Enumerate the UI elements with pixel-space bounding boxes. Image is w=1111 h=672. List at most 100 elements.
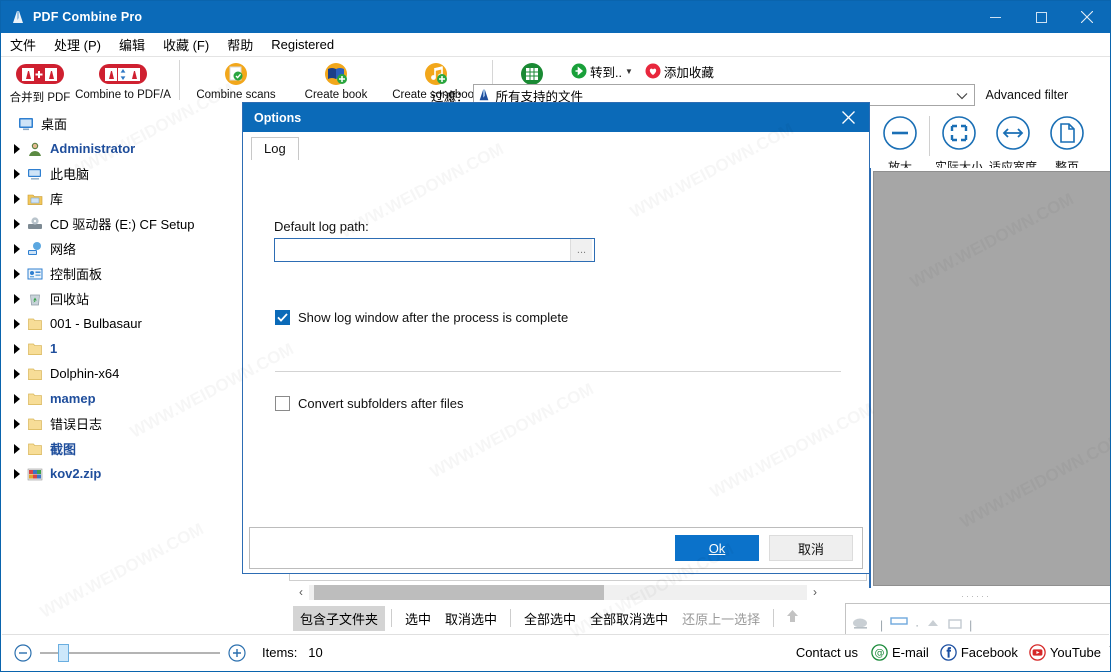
zoom-button-enlarge[interactable]: 放大 (873, 114, 927, 175)
status-bar: Items: 10 Contact us @ E-mail Facebook Y… (2, 634, 1109, 670)
preview-tool-up-icon[interactable] (925, 617, 941, 634)
expand-arrow-icon[interactable] (8, 168, 25, 179)
tree-item-label: CD 驱动器 (E:) CF Setup (50, 217, 195, 232)
add-favorite-button[interactable]: 添加收藏 (645, 62, 714, 81)
restore-previous-selection-button[interactable]: 还原上一选择 (675, 606, 767, 631)
expand-arrow-icon[interactable] (8, 268, 25, 279)
convert-subfolders-label: Convert subfolders after files (298, 396, 464, 411)
tree-item-label: 错误日志 (50, 417, 103, 432)
folder-icon (25, 316, 45, 332)
menu-item-registered[interactable]: Registered (262, 35, 343, 54)
scroll-thumb[interactable] (314, 584, 604, 600)
tree-item-label: mamep (50, 391, 96, 406)
select-all-button[interactable]: 全部选中 (517, 606, 583, 631)
advanced-filter-link[interactable]: Advanced filter (986, 88, 1069, 102)
toolbar-label: Combine to PDF/A (75, 89, 171, 101)
maximize-button[interactable] (1018, 1, 1064, 33)
zoom-out-icon[interactable] (12, 642, 34, 664)
folder-icon (25, 441, 45, 457)
tree-item-label: kov2.zip (50, 466, 102, 481)
toolbar-button-combine-pdf[interactable]: 合并到 PDF (7, 57, 73, 105)
expand-arrow-icon[interactable] (8, 318, 25, 329)
expand-arrow-icon[interactable] (8, 368, 25, 379)
deselect-all-button[interactable]: 全部取消选中 (583, 606, 675, 631)
zoom-slider[interactable] (40, 643, 220, 662)
tree-item-label: 截图 (50, 442, 77, 457)
include-subfolders-button[interactable]: 包含子文件夹 (293, 605, 386, 631)
email-label: E-mail (891, 645, 929, 660)
preview-tool-icon[interactable] (852, 616, 874, 635)
chevron-down-icon[interactable]: ▼ (625, 67, 633, 76)
email-link[interactable]: @ E-mail (871, 644, 929, 661)
cancel-button[interactable]: 取消 (769, 535, 853, 561)
expand-arrow-icon[interactable] (8, 468, 25, 479)
zoom-button-fit-width[interactable]: 适应宽度 (986, 114, 1040, 175)
toolbar-button-create-book[interactable]: Create book (286, 57, 386, 105)
separator (510, 609, 512, 627)
ok-button[interactable]: Ok (675, 535, 759, 561)
tree-item-label: Administrator (50, 141, 136, 156)
convert-subfolders-checkbox[interactable] (275, 396, 290, 411)
zoom-in-icon[interactable] (226, 642, 248, 664)
minimize-button[interactable] (972, 1, 1018, 33)
goto-arrow-icon (571, 63, 587, 79)
expand-arrow-icon[interactable] (8, 343, 25, 354)
select-button[interactable]: 选中 (398, 606, 438, 631)
expand-arrow-icon[interactable] (8, 393, 25, 404)
expand-arrow-icon[interactable] (8, 293, 25, 304)
tree-item-label: 1 (50, 341, 58, 356)
chevron-down-icon[interactable] (956, 89, 968, 103)
close-button[interactable] (1064, 1, 1110, 33)
expand-arrow-icon[interactable] (8, 418, 25, 429)
folder-icon (25, 416, 45, 432)
convert-subfolders-checkbox-row[interactable]: Convert subfolders after files (275, 396, 463, 411)
preview-tool-page-icon[interactable] (889, 616, 909, 635)
facebook-link[interactable]: Facebook (940, 644, 1018, 661)
youtube-link[interactable]: YouTube (1029, 644, 1101, 661)
expand-arrow-icon[interactable] (8, 218, 25, 229)
show-log-window-label: Show log window after the process is com… (298, 310, 569, 325)
toolbar-button-combine-scans[interactable]: Combine scans (186, 57, 286, 105)
facebook-icon (940, 644, 957, 661)
menu-item-edit[interactable]: 编辑 (110, 33, 154, 56)
combine-scans-icon (222, 60, 250, 88)
log-path-input[interactable] (275, 239, 570, 261)
preview-tool-window-icon[interactable] (947, 617, 963, 634)
goto-button[interactable]: 转到.. ▼ (571, 62, 633, 81)
show-log-window-checkbox[interactable] (275, 310, 290, 325)
zoom-button-actual-size[interactable]: 实际大小 (932, 114, 986, 175)
expand-arrow-icon[interactable] (8, 243, 25, 254)
scroll-track[interactable] (309, 584, 807, 600)
items-label: Items: (262, 645, 298, 660)
expand-arrow-icon[interactable] (8, 443, 25, 454)
browse-button[interactable]: ... (570, 239, 592, 261)
preview-page[interactable] (873, 171, 1110, 586)
default-log-path-field[interactable]: ... (274, 238, 595, 262)
show-log-window-checkbox-row[interactable]: Show log window after the process is com… (275, 310, 568, 325)
dialog-close-button[interactable] (827, 103, 869, 132)
menu-item-favorites[interactable]: 收藏 (F) (154, 33, 218, 56)
contact-group: Contact us @ E-mail Facebook YouTube (796, 644, 1101, 661)
expand-arrow-icon[interactable] (8, 143, 25, 154)
menu-bar: 文件 处理 (P) 编辑 收藏 (F) 帮助 Registered (1, 33, 1110, 57)
menu-item-help[interactable]: 帮助 (218, 33, 262, 56)
tree-item-label: 库 (50, 192, 64, 207)
tree-item-label: 控制面板 (50, 267, 103, 282)
menu-item-process[interactable]: 处理 (P) (45, 33, 110, 56)
folder-icon (25, 341, 45, 357)
toolbar-button-combine-pdfa[interactable]: Combine to PDF/A (73, 57, 173, 105)
zoom-button-whole-page[interactable]: 整页 (1040, 114, 1094, 175)
tab-log[interactable]: Log (251, 137, 299, 160)
items-count-group: Items: 10 (262, 645, 323, 660)
default-log-path-label: Default log path: (274, 219, 369, 234)
scroll-left-icon[interactable]: ‹ (293, 585, 309, 599)
slider-thumb[interactable] (58, 643, 69, 662)
expand-arrow-icon[interactable] (8, 193, 25, 204)
menu-item-file[interactable]: 文件 (1, 33, 45, 56)
preview-tool-dot-icon[interactable]: · (915, 618, 919, 632)
file-list-hscrollbar[interactable]: ‹ › (293, 583, 823, 601)
preview-resize-handle[interactable]: ······ (961, 591, 991, 601)
scroll-right-icon[interactable]: › (807, 585, 823, 599)
deselect-button[interactable]: 取消选中 (438, 606, 504, 631)
arrow-up-icon[interactable] (780, 609, 805, 627)
